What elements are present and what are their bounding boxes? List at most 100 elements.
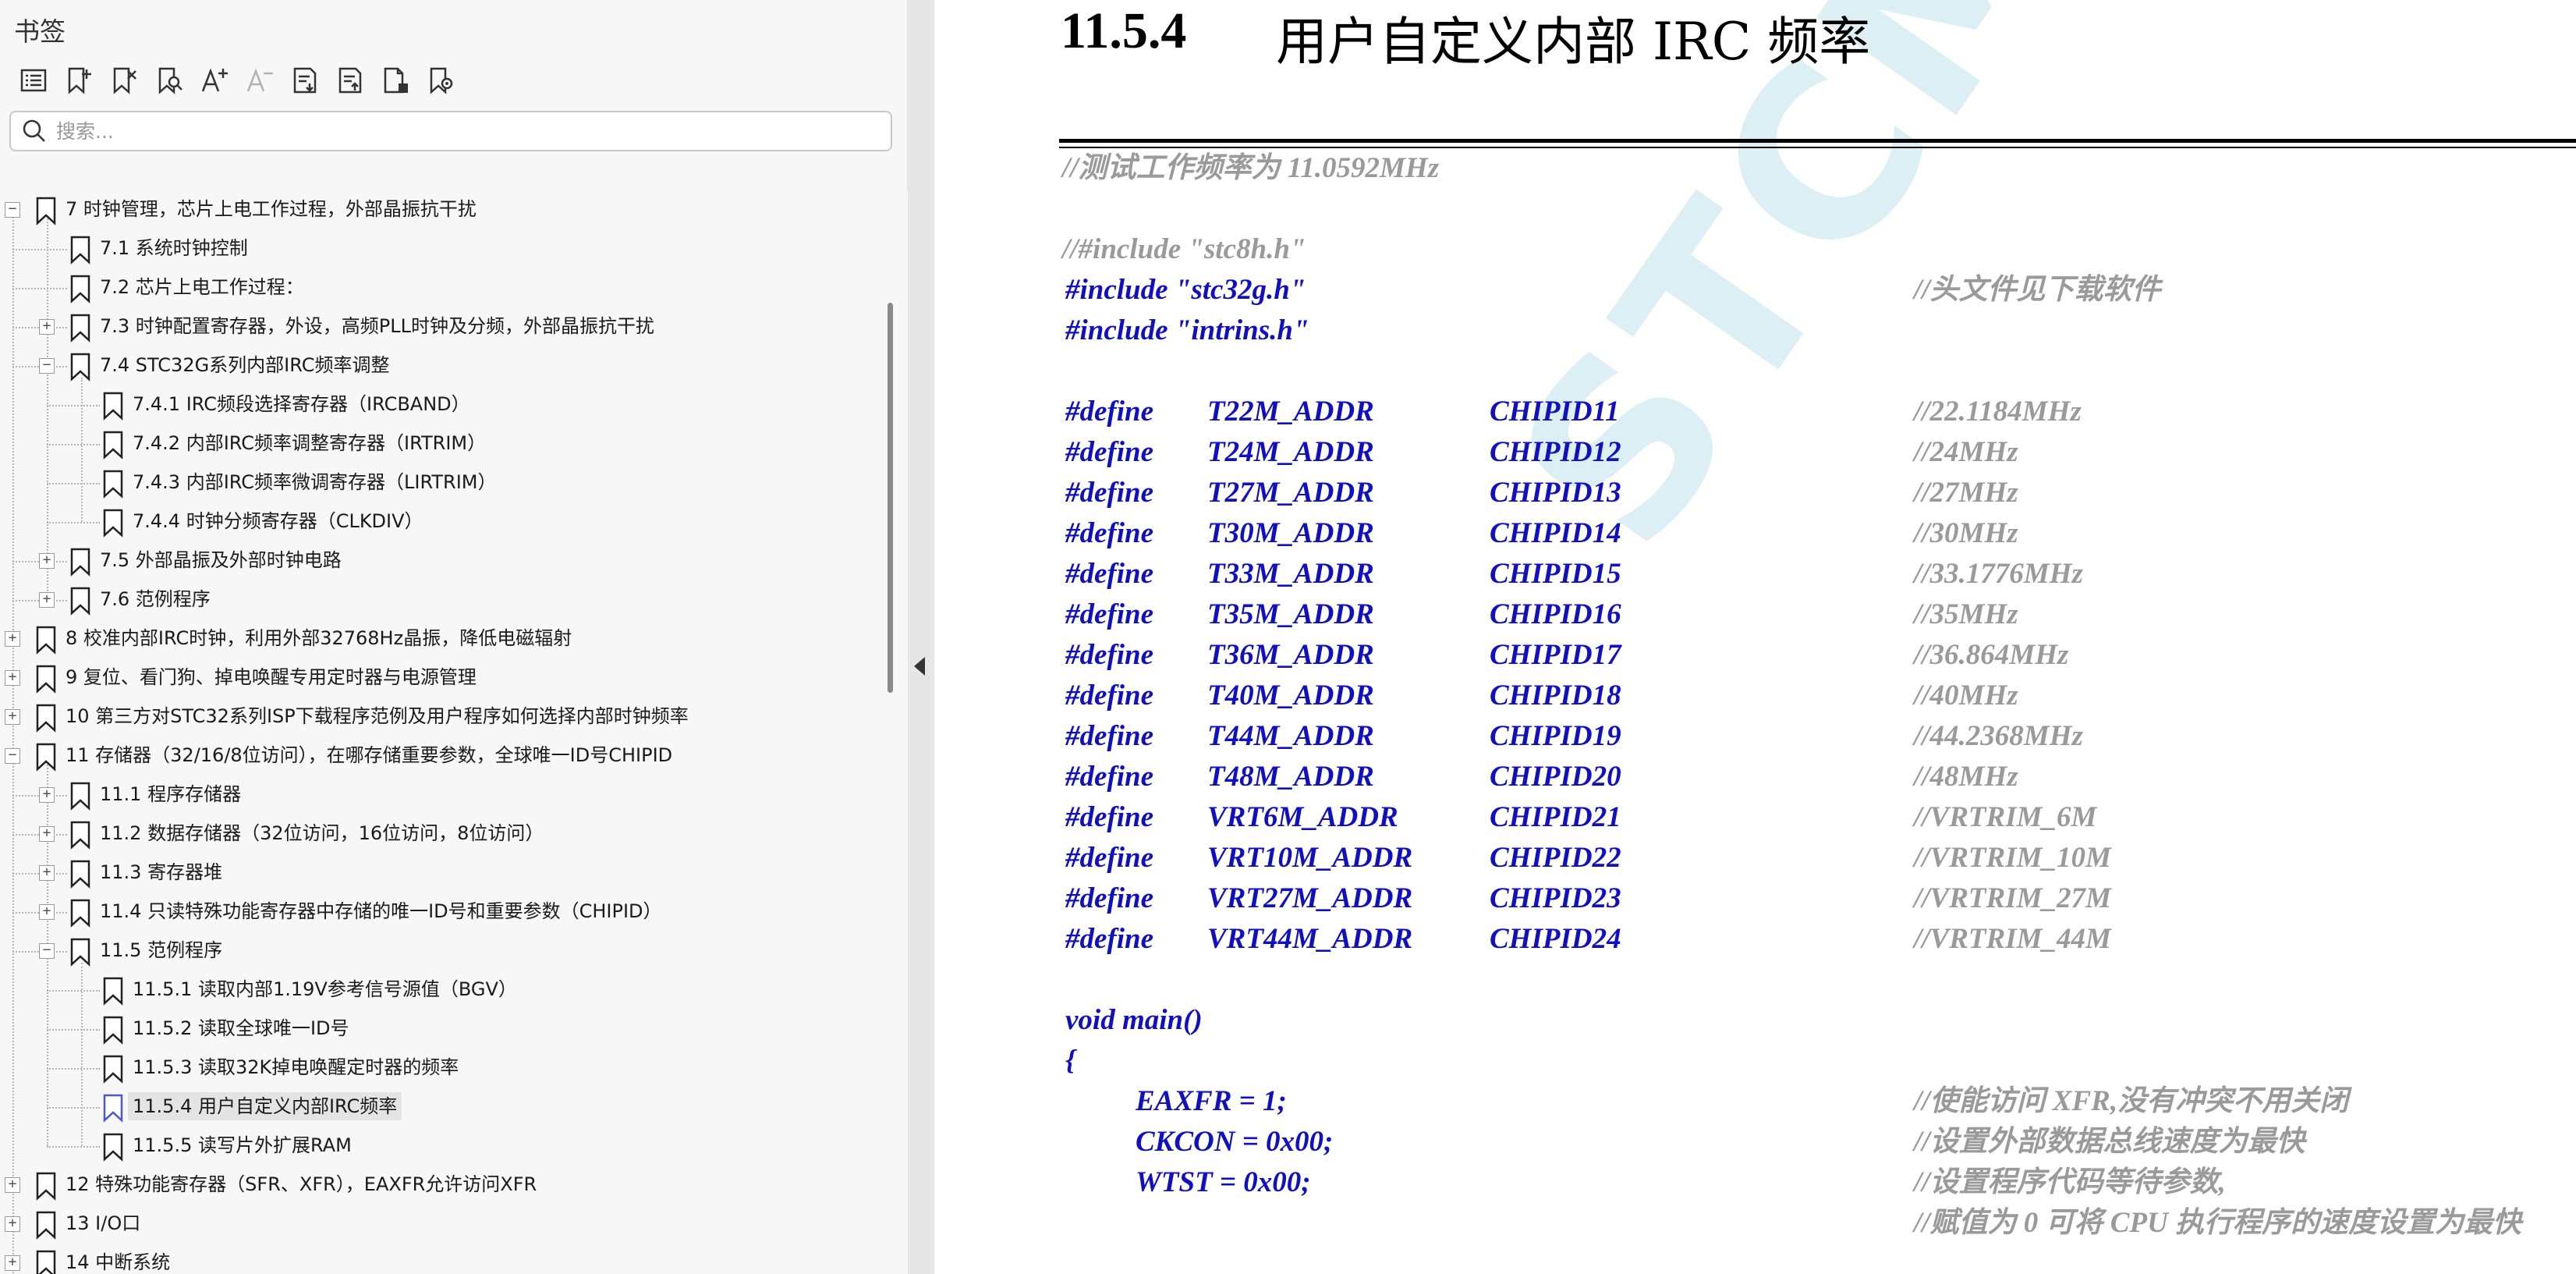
collapse-arrow-icon[interactable] bbox=[914, 657, 925, 676]
bookmark-label: 7.4.2 内部IRC频率调整寄存器（IRTRIM） bbox=[133, 432, 487, 454]
bookmark-label: 11.5.5 读写片外扩展RAM bbox=[133, 1134, 352, 1156]
bookmark-label: 7.3 时钟配置寄存器，外设，高频PLL时钟及分频，外部晶振抗干扰 bbox=[100, 315, 655, 337]
collapse-toggle-icon[interactable]: − bbox=[5, 202, 20, 218]
bookmark-item[interactable]: +7.3 时钟配置寄存器，外设，高频PLL时钟及分频，外部晶振抗干扰 bbox=[0, 307, 878, 346]
expand-toggle-icon[interactable]: + bbox=[39, 553, 55, 569]
bookmark-item[interactable]: +7.6 范例程序 bbox=[0, 580, 878, 619]
expand-toggle-icon[interactable]: + bbox=[39, 787, 55, 803]
code-statement: WTST = 0x00; bbox=[1136, 1166, 1311, 1198]
bookmark-icon bbox=[70, 275, 90, 303]
bookmark-item[interactable]: +7.5 外部晶振及外部时钟电路 bbox=[0, 541, 878, 580]
code-define-name: T35M_ADDR bbox=[1207, 598, 1374, 630]
bookmark-label: 13 I/O口 bbox=[66, 1212, 141, 1234]
search-icon bbox=[23, 119, 45, 142]
bookmark-item[interactable]: 11.5.3 读取32K掉电唤醒定时器的频率 bbox=[0, 1049, 878, 1088]
collapse-toggle-icon[interactable]: − bbox=[5, 748, 20, 764]
expand-toggle-icon[interactable]: + bbox=[39, 865, 55, 881]
bookmark-item[interactable]: 7.4.4 时钟分频寄存器（CLKDIV） bbox=[0, 502, 878, 541]
bookmark-icon bbox=[36, 1172, 56, 1201]
collapse-toggle-icon[interactable]: − bbox=[39, 943, 55, 959]
bookmark-item[interactable]: − 7 时钟管理，芯片上电工作过程，外部晶振抗干扰 bbox=[0, 190, 878, 229]
bookmark-item[interactable]: 7.4.1 IRC频段选择寄存器（IRCBAND） bbox=[0, 385, 878, 424]
bookmark-item[interactable]: +13 I/O口 bbox=[0, 1205, 878, 1244]
code-define-value: CHIPID22 bbox=[1490, 842, 1621, 874]
expand-toggle-icon[interactable]: + bbox=[39, 826, 55, 842]
expand-toggle-icon[interactable]: + bbox=[39, 904, 55, 920]
code-define-keyword: #define bbox=[1065, 882, 1154, 914]
increase-font-icon[interactable] bbox=[192, 61, 237, 100]
find-bookmark-icon[interactable] bbox=[147, 61, 192, 100]
code-define-name: T30M_ADDR bbox=[1207, 517, 1374, 549]
bookmark-icon bbox=[70, 236, 90, 264]
bookmark-label: 7.2 芯片上电工作过程： bbox=[100, 276, 304, 298]
bookmark-item[interactable]: 7.2 芯片上电工作过程： bbox=[0, 268, 878, 307]
bookmark-item[interactable]: 11.5.1 读取内部1.19V参考信号源值（BGV） bbox=[0, 971, 878, 1010]
bookmark-item[interactable]: 7.1 系统时钟控制 bbox=[0, 229, 878, 268]
bookmark-icon bbox=[36, 197, 56, 225]
delete-bookmark-icon[interactable] bbox=[101, 61, 147, 100]
bookmark-item[interactable]: +9 复位、看门狗、掉电唤醒专用定时器与电源管理 bbox=[0, 658, 878, 697]
code-define-name: T40M_ADDR bbox=[1207, 680, 1374, 712]
bookmark-settings-icon[interactable] bbox=[418, 61, 463, 100]
code-include-intrins: #include "intrins.h" bbox=[1065, 314, 1309, 346]
bookmark-item[interactable]: +10 第三方对STC32系列ISP下载程序范例及用户程序如何选择内部时钟频率 bbox=[0, 697, 878, 736]
code-define-value: CHIPID16 bbox=[1490, 598, 1621, 630]
code-define-name: T27M_ADDR bbox=[1207, 477, 1374, 509]
bookmark-icon bbox=[70, 782, 90, 811]
expand-toggle-icon[interactable]: + bbox=[5, 1216, 20, 1232]
expand-toggle-icon[interactable]: + bbox=[5, 1177, 20, 1193]
bookmark-item[interactable]: +11.3 寄存器堆 bbox=[0, 853, 878, 893]
bookmark-item[interactable]: − 11 存储器（32/16/8位访问），在哪存储重要参数，全球唯一ID号CHIP… bbox=[0, 736, 878, 775]
expand-toggle-icon[interactable]: + bbox=[5, 1255, 20, 1271]
heading-rule bbox=[1059, 139, 2576, 143]
search-box[interactable] bbox=[9, 111, 892, 151]
bookmark-icon bbox=[103, 509, 123, 538]
bookmark-item[interactable]: +11.4 只读特殊功能寄存器中存储的唯一ID号和重要参数（CHIPID） bbox=[0, 893, 878, 932]
collapse-all-icon[interactable] bbox=[328, 61, 373, 100]
list-view-icon[interactable] bbox=[11, 61, 56, 100]
bookmark-item[interactable]: 11.5.5 读写片外扩展RAM bbox=[0, 1127, 878, 1166]
expand-toggle-icon[interactable]: + bbox=[39, 319, 55, 335]
bookmark-item[interactable]: 11.5.4 用户自定义内部IRC频率 bbox=[0, 1088, 878, 1127]
bookmark-item[interactable]: +11.2 数据存储器（32位访问，16位访问，8位访问） bbox=[0, 814, 878, 853]
expand-toggle-icon[interactable]: + bbox=[5, 670, 20, 686]
expand-toggle-icon[interactable]: + bbox=[5, 709, 20, 725]
bookmark-item[interactable]: 7.4.2 内部IRC频率调整寄存器（IRTRIM） bbox=[0, 424, 878, 463]
search-input[interactable] bbox=[56, 119, 891, 143]
collapse-toggle-icon[interactable]: − bbox=[39, 358, 55, 374]
decrease-font-icon[interactable] bbox=[237, 61, 282, 100]
code-define-name: T36M_ADDR bbox=[1207, 639, 1374, 671]
bookmark-item[interactable]: +11.1 程序存储器 bbox=[0, 775, 878, 814]
code-define-keyword: #define bbox=[1065, 396, 1154, 428]
tree-scrollbar-thumb[interactable] bbox=[888, 303, 893, 693]
code-define-keyword: #define bbox=[1065, 720, 1154, 752]
bookmark-icon bbox=[70, 860, 90, 889]
bookmark-item[interactable]: +14 中断系统 bbox=[0, 1244, 878, 1274]
code-define-value: CHIPID24 bbox=[1490, 923, 1621, 955]
bookmark-icon bbox=[70, 314, 90, 342]
tree-scrollbar-track[interactable] bbox=[878, 190, 908, 1274]
bookmark-label: 7.5 外部晶振及外部时钟电路 bbox=[100, 549, 342, 571]
code-define-keyword: #define bbox=[1065, 477, 1154, 509]
bookmark-item[interactable]: +8 校准内部IRC时钟，利用外部32768Hz晶振，降低电磁辐射 bbox=[0, 619, 878, 658]
panel-collapse-handle[interactable] bbox=[908, 0, 934, 1274]
expand-all-icon[interactable] bbox=[282, 61, 328, 100]
code-define-comment: //27MHz bbox=[1914, 477, 2018, 509]
bookmark-tree: − 7 时钟管理，芯片上电工作过程，外部晶振抗干扰 7.1 系统时钟控制 7.2 芯片… bbox=[0, 190, 878, 1274]
bookmark-item[interactable]: − 11.5 范例程序 bbox=[0, 932, 878, 971]
expand-toggle-icon[interactable]: + bbox=[39, 592, 55, 608]
code-include-stc8h: //#include "stc8h.h" bbox=[1062, 233, 1306, 265]
bookmark-item[interactable]: − 7.4 STC32G系列内部IRC频率调整 bbox=[0, 346, 878, 385]
expand-toggle-icon[interactable]: + bbox=[5, 631, 20, 647]
bookmark-item[interactable]: 7.4.3 内部IRC频率微调寄存器（LIRTRIM） bbox=[0, 463, 878, 502]
bookmark-item[interactable]: 11.5.2 读取全球唯一ID号 bbox=[0, 1010, 878, 1049]
add-bookmark-icon[interactable] bbox=[56, 61, 101, 100]
bookmark-properties-icon[interactable] bbox=[373, 61, 418, 100]
code-statement-comment: //使能访问 XFR,没有冲突不用关闭 bbox=[1914, 1085, 2349, 1117]
code-trailing-comment: //赋值为 0 可将 CPU 执行程序的速度设置为最快 bbox=[1914, 1207, 2522, 1239]
code-define-value: CHIPID18 bbox=[1490, 680, 1621, 712]
code-define-comment: //22.1184MHz bbox=[1914, 396, 2082, 428]
bookmark-label: 12 特殊功能寄存器（SFR、XFR），EAXFR允许访问XFR bbox=[66, 1173, 537, 1195]
bookmark-item[interactable]: +12 特殊功能寄存器（SFR、XFR），EAXFR允许访问XFR bbox=[0, 1166, 878, 1205]
code-define-comment: //24MHz bbox=[1914, 436, 2018, 468]
